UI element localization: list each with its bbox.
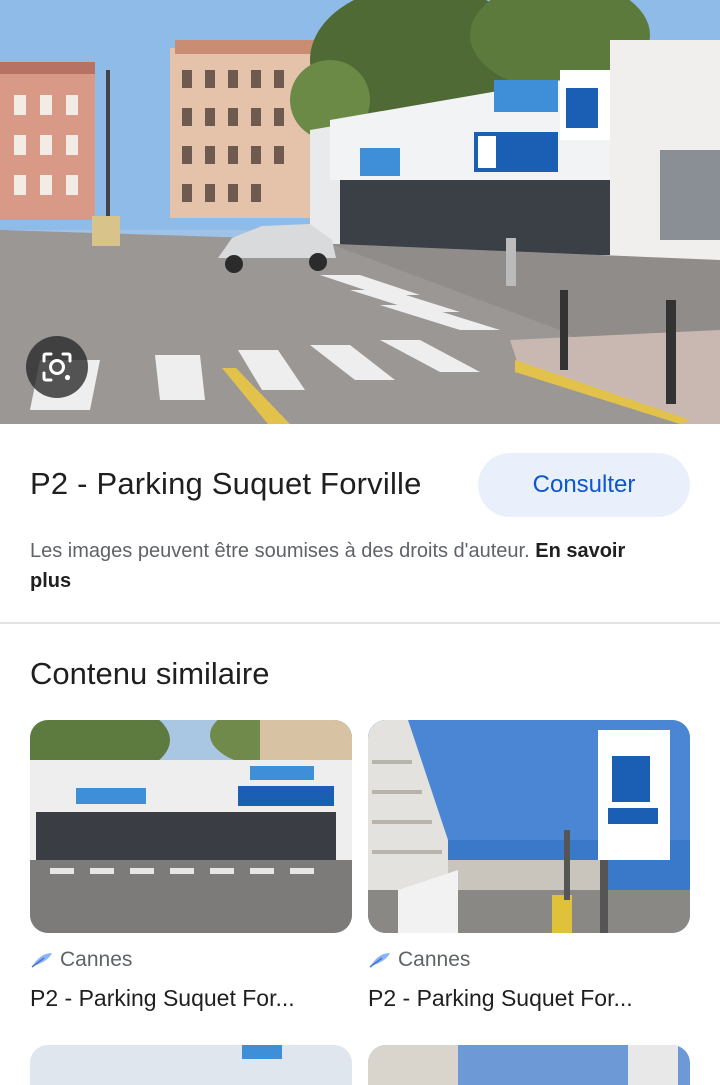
similar-card-4-partial[interactable]	[368, 1045, 690, 1085]
lens-search-button[interactable]	[26, 336, 88, 398]
consult-button[interactable]: Consulter	[478, 453, 690, 517]
card-source-name: Cannes	[60, 948, 133, 971]
similar-card-1[interactable]: Cannes P2 - Parking Suquet For...	[30, 720, 352, 1012]
card-source[interactable]: Cannes	[30, 947, 352, 973]
similar-card-3-partial[interactable]	[30, 1045, 352, 1085]
card-title[interactable]: P2 - Parking Suquet For...	[30, 985, 352, 1012]
feather-icon	[369, 953, 390, 968]
hero-photo[interactable]	[0, 0, 720, 424]
card-source-name: Cannes	[398, 948, 471, 971]
similar-card-2[interactable]: Cannes P2 - Parking Suquet For...	[368, 720, 690, 1012]
lens-search-icon	[42, 352, 72, 382]
feather-icon	[31, 953, 52, 968]
street-photo	[0, 0, 720, 424]
copyright-notice: Les images peuvent être soumises à des d…	[30, 536, 670, 596]
similar-content-heading: Contenu similaire	[30, 656, 270, 691]
copyright-text: Les images peuvent être soumises à des d…	[30, 540, 530, 562]
section-divider	[0, 622, 720, 624]
card-title[interactable]: P2 - Parking Suquet For...	[368, 985, 690, 1012]
similar-card-image[interactable]	[368, 720, 690, 933]
place-title[interactable]: P2 - Parking Suquet Forville	[30, 466, 422, 502]
card-source[interactable]: Cannes	[368, 947, 690, 973]
similar-card-image[interactable]	[30, 720, 352, 933]
